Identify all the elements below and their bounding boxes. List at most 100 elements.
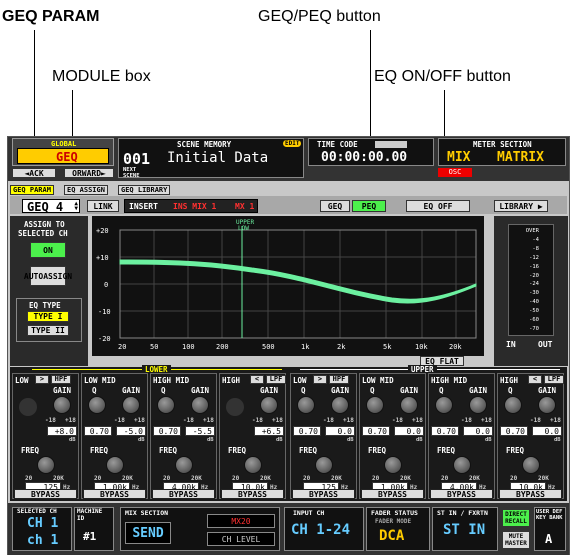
freq-knob[interactable] <box>37 456 55 474</box>
q-knob[interactable] <box>157 396 175 414</box>
gain-knob[interactable] <box>469 396 487 414</box>
meter-panel: OVER -4 -8 -12 -16 -20 -24 -30 -40 -50 -60 -70 IN O… <box>494 216 568 366</box>
meter-ticks: OVER -4 -8 -12 -16 -20 -24 -30 -40 -50 -60 -70 <box>521 227 539 334</box>
q-value[interactable]: 0.70 <box>293 426 321 436</box>
type2-button[interactable]: TYPE II <box>27 325 69 336</box>
back-button[interactable]: ◄ ACK <box>12 168 56 178</box>
q-knob[interactable] <box>297 396 315 414</box>
selected-ch-name: ch 1 <box>27 533 59 548</box>
freq-knob[interactable] <box>244 456 262 474</box>
gain-range-lo: -18 <box>323 417 334 424</box>
mx20-box[interactable]: MX20 <box>207 514 275 528</box>
peq-button[interactable]: PEQ <box>352 200 386 212</box>
global-value[interactable]: GEQ <box>17 148 109 164</box>
band-filter-toggle[interactable]: < <box>250 375 264 384</box>
direct-recall-button[interactable]: DIRECT RECALL <box>502 509 530 527</box>
user-def-bank[interactable]: A <box>545 532 552 546</box>
band-filter-toggle[interactable]: > <box>313 375 327 384</box>
assign-on-button[interactable]: ON <box>30 242 66 258</box>
gain-value[interactable]: +8.0 <box>47 426 77 436</box>
q-value[interactable]: 0.70 <box>362 426 390 436</box>
geq-screen: GLOBAL GEQ ◄ ACK ORWARD ► SCENE MEMORY E… <box>7 136 570 555</box>
gain-knob[interactable] <box>400 396 418 414</box>
gain-knob[interactable] <box>53 396 71 414</box>
link-button[interactable]: LINK <box>87 200 119 212</box>
module-box[interactable]: GEQ 4 ▲ ▼ <box>22 199 80 214</box>
input-ch-value[interactable]: CH 1-24 <box>291 522 350 538</box>
band-name: LOW <box>293 376 307 385</box>
bypass-button[interactable]: BYPASS <box>14 489 77 499</box>
q-value[interactable]: 0.70 <box>500 426 528 436</box>
q-knob[interactable] <box>504 396 522 414</box>
meter-tick: -20 <box>529 272 539 279</box>
q-value[interactable]: 0.70 <box>431 426 459 436</box>
band-filter-button[interactable]: HPF <box>329 375 349 384</box>
gain-value[interactable]: 0.0 <box>325 426 355 436</box>
mix-indicator[interactable]: MIX <box>447 150 470 165</box>
selected-ch-title: SELECTED CH <box>17 508 57 515</box>
freq-knob[interactable] <box>384 456 402 474</box>
band-filter-toggle[interactable]: > <box>35 375 49 384</box>
auto-assign-button[interactable]: AUTO ASSIGN <box>24 266 72 286</box>
time-code-controls[interactable] <box>375 141 407 148</box>
freq-knob[interactable] <box>175 456 193 474</box>
q-value[interactable]: 0.70 <box>84 426 112 436</box>
send-button[interactable]: SEND <box>125 522 171 544</box>
next-scene-label: NEXT SCENE <box>123 167 140 179</box>
freq-knob[interactable] <box>522 456 540 474</box>
gain-value[interactable]: -5.5 <box>185 426 215 436</box>
ch-level-box[interactable]: CH LEVEL <box>207 532 275 546</box>
gain-value[interactable]: 0.0 <box>532 426 562 436</box>
band-name: LOW <box>15 376 29 385</box>
library-button[interactable]: LIBRARY ▶ <box>494 200 548 212</box>
tab-geq-library[interactable]: GEQ LIBRARY <box>118 185 171 195</box>
band-lower-3: HIGH < LPF GAIN -18 +18 +6.5 dB FREQ 20 20K 10.0k Hz <box>219 373 286 499</box>
gain-value[interactable]: -5.0 <box>116 426 146 436</box>
gain-knob[interactable] <box>538 396 556 414</box>
gain-knob[interactable] <box>331 396 349 414</box>
gain-range-hi: +18 <box>412 417 423 424</box>
bypass-button[interactable]: BYPASS <box>499 489 562 499</box>
y-tick: 0 <box>104 281 108 289</box>
gain-knob[interactable] <box>191 396 209 414</box>
band-filter-button[interactable]: HPF <box>51 375 71 384</box>
eq-type-label: EQ TYPE <box>29 301 61 310</box>
bypass-button[interactable]: BYPASS <box>292 489 355 499</box>
gain-unit: dB <box>138 437 145 443</box>
st-in-value[interactable]: ST IN <box>443 522 485 538</box>
q-knob[interactable] <box>88 396 106 414</box>
band-lower-2: HIGH MID Q 0.70 GAIN -18 +18 -5.5 dB FREQ 20 20K 4.… <box>150 373 217 499</box>
forward-button[interactable]: ORWARD ► <box>64 168 114 178</box>
q-knob[interactable] <box>366 396 384 414</box>
tab-geq-param[interactable]: GEQ PARAM <box>10 185 54 195</box>
eq-off-button[interactable]: EQ OFF <box>406 200 470 212</box>
q-value[interactable]: 0.70 <box>153 426 181 436</box>
gain-value[interactable]: +6.5 <box>254 426 284 436</box>
gain-label: GAIN <box>331 386 350 395</box>
gain-knob[interactable] <box>122 396 140 414</box>
mute-master-button[interactable]: MUTE MASTER <box>502 531 530 549</box>
bypass-button[interactable]: BYPASS <box>83 489 146 499</box>
matrix-indicator[interactable]: MATRIX <box>497 150 544 165</box>
gain-knob[interactable] <box>260 396 278 414</box>
freq-knob[interactable] <box>453 456 471 474</box>
module-spin-icon[interactable]: ▲ ▼ <box>74 201 78 212</box>
band-filter-button[interactable]: LPF <box>266 375 286 384</box>
q-knob[interactable] <box>435 396 453 414</box>
bypass-button[interactable]: BYPASS <box>361 489 424 499</box>
type1-button[interactable]: TYPE I <box>27 311 69 322</box>
freq-knob[interactable] <box>106 456 124 474</box>
band-filter-button[interactable]: LPF <box>544 375 564 384</box>
bypass-button[interactable]: BYPASS <box>430 489 493 499</box>
global-box: GLOBAL GEQ <box>12 138 114 166</box>
geq-button[interactable]: GEQ <box>320 200 350 212</box>
gain-value[interactable]: 0.0 <box>463 426 493 436</box>
gain-unit: dB <box>207 437 214 443</box>
meter-section: METER SECTION MIX MATRIX <box>438 138 566 166</box>
tab-eq-assign[interactable]: EQ ASSIGN <box>64 185 108 195</box>
band-filter-toggle[interactable]: < <box>528 375 542 384</box>
bypass-button[interactable]: BYPASS <box>221 489 284 499</box>
freq-knob[interactable] <box>315 456 333 474</box>
gain-value[interactable]: 0.0 <box>394 426 424 436</box>
bypass-button[interactable]: BYPASS <box>152 489 215 499</box>
